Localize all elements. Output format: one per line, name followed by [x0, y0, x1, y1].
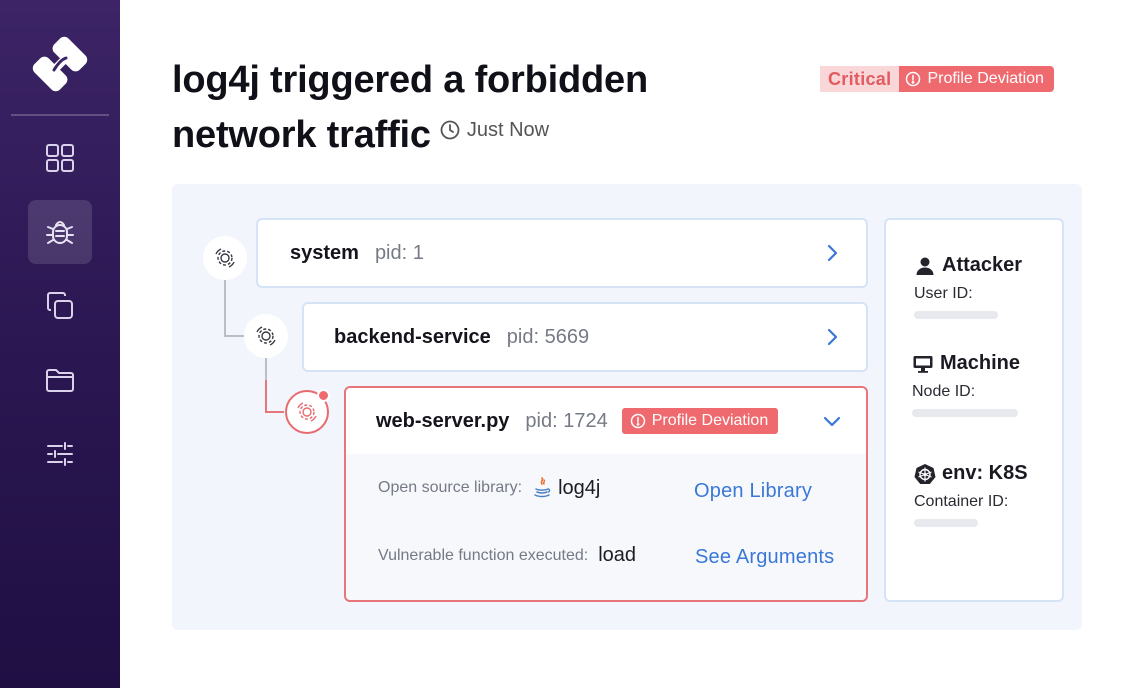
attacker-section: Attacker User ID: [914, 254, 1022, 319]
sidebar [0, 0, 120, 688]
severity-badges: Critical Profile Deviation [820, 66, 1054, 92]
nav-item-settings[interactable] [28, 422, 92, 486]
deviation-badge-text: Profile Deviation [927, 70, 1044, 87]
process-card-webserver: web-server.py pid: 1724 Profile Deviatio… [344, 386, 868, 602]
process-icon [256, 326, 276, 346]
deviation-badge-text: Profile Deviation [651, 412, 769, 429]
machine-section: Machine Node ID: [912, 352, 1020, 417]
container-id-label: Container ID: [914, 493, 1009, 510]
chevron-right-icon[interactable] [820, 241, 844, 265]
alert-circle-icon [906, 71, 921, 87]
nav-item-files[interactable] [28, 348, 92, 412]
page-title: log4j triggered a forbidden network traf… [172, 55, 732, 160]
function-label: Vulnerable function executed: [378, 546, 589, 564]
user-id-label: User ID: [914, 285, 973, 302]
context-card: Attacker User ID: Machine Node ID: env: … [884, 218, 1064, 602]
chevron-right-icon[interactable] [820, 325, 844, 349]
tree-node-system [203, 236, 247, 280]
env-section: env: K8S Container ID: [914, 462, 1028, 527]
tree-node-webserver [285, 389, 330, 434]
machine-title-text: Machine [940, 352, 1021, 374]
title-line-2-text: network traffic [172, 114, 431, 156]
node-id-label: Node ID: [912, 383, 976, 400]
nav-item-dashboard[interactable] [28, 126, 92, 190]
alert-dot [317, 389, 330, 402]
copy-icon [47, 292, 73, 319]
incident-panel: system pid: 1 backend-service pid: 5669 … [172, 184, 1082, 630]
title-line-1: log4j triggered a forbidden [172, 59, 648, 101]
open-library-link[interactable]: Open Library [694, 480, 812, 503]
severity-badge: Critical [820, 66, 900, 92]
process-name: system [290, 241, 359, 264]
brand-logo-icon[interactable] [30, 34, 90, 94]
process-card-system[interactable]: system pid: 1 [256, 218, 868, 288]
sliders-icon [47, 442, 73, 466]
chevron-down-icon[interactable] [820, 409, 844, 433]
process-pid: pid: 1 [374, 241, 424, 264]
library-row: Open source library: log4j [378, 476, 600, 500]
library-value-text: log4j [558, 476, 601, 499]
process-icon [297, 402, 317, 422]
container-id-placeholder [914, 519, 978, 527]
nav-item-copies[interactable] [28, 274, 92, 338]
process-name: web-server.py [376, 409, 510, 432]
java-icon [534, 477, 551, 498]
library-value: log4j [532, 476, 600, 500]
process-pid: pid: 1724 [525, 409, 608, 432]
user-icon [916, 257, 934, 275]
function-row: Vulnerable function executed: load [378, 544, 636, 567]
user-id-placeholder [914, 311, 998, 319]
process-icon [215, 248, 235, 268]
machine-title: Machine [912, 352, 1020, 375]
process-details: Open source library: log4j Open Library … [346, 454, 866, 600]
monitor-icon [913, 355, 933, 373]
folder-icon [46, 369, 74, 392]
sidebar-divider [11, 114, 109, 116]
alert-circle-icon [630, 413, 645, 429]
bug-icon [46, 221, 74, 244]
title-line-2: network traffic Just Now [172, 105, 732, 160]
process-pid: pid: 5669 [506, 325, 590, 348]
node-id-placeholder [912, 409, 1018, 417]
grid-icon [46, 144, 74, 172]
env-title-text: env: K8S [942, 462, 1028, 484]
process-name: backend-service [334, 325, 491, 348]
timestamp-text: Just Now [466, 119, 550, 141]
process-card-header[interactable]: web-server.py pid: 1724 Profile Deviatio… [346, 388, 866, 454]
kubernetes-icon [914, 463, 936, 484]
env-title: env: K8S [914, 462, 1028, 485]
deviation-badge: Profile Deviation [621, 408, 779, 434]
process-card-backend[interactable]: backend-service pid: 5669 [302, 302, 868, 372]
library-label: Open source library: [378, 479, 523, 496]
attacker-title-text: Attacker [942, 254, 1023, 276]
nav-item-incidents[interactable] [28, 200, 92, 264]
tree-node-backend [244, 314, 288, 358]
attacker-title: Attacker [914, 254, 1022, 277]
timestamp: Just Now [439, 105, 549, 155]
deviation-badge: Profile Deviation [899, 66, 1054, 92]
function-value: load [598, 544, 637, 566]
clock-icon [440, 120, 460, 140]
see-arguments-link[interactable]: See Arguments [695, 546, 834, 569]
